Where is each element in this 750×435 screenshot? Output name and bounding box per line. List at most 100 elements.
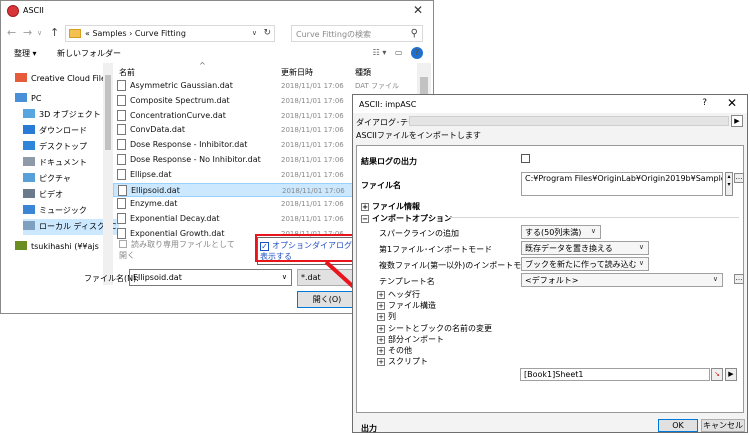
nav-item-label: ダウンロード	[39, 126, 87, 135]
help-icon[interactable]: ?	[411, 47, 423, 59]
nav-item[interactable]: Creative Cloud File	[15, 71, 111, 87]
open-button[interactable]: 開く(O)	[297, 291, 357, 308]
chevron-down-icon: ∨	[590, 227, 596, 235]
file-info-node[interactable]: + ファイル情報	[361, 201, 420, 212]
file-name: ConvData.dat	[130, 125, 186, 135]
readonly-checkbox[interactable]: 読み取り専用ファイルとして開く	[119, 239, 239, 261]
import-subnode[interactable]: + 部分インポート	[377, 334, 444, 345]
open-dialog-titlebar: ASCII ✕	[1, 1, 433, 21]
file-icon	[117, 154, 126, 165]
import-subnode[interactable]: + ヘッダ行	[377, 289, 420, 300]
theme-arrow-icon[interactable]: ▶	[731, 115, 743, 127]
highlight-rectangle	[255, 234, 367, 262]
address-bar[interactable]: « Samples › Curve Fitting ∨ ↻	[65, 25, 275, 42]
chevron-down-icon[interactable]: ∨	[252, 29, 257, 37]
file-icon	[117, 124, 126, 136]
file-date: 2018/11/01 17:06	[281, 126, 344, 135]
new-folder-button[interactable]: 新しいフォルダー	[57, 48, 121, 59]
expand-icon[interactable]: +	[377, 291, 385, 299]
back-arrow-icon[interactable]: ←	[7, 26, 16, 39]
file-date: 2018/11/01 17:06	[281, 96, 344, 105]
sort-caret-icon: ^	[199, 61, 206, 70]
nav-item-icon	[23, 157, 35, 166]
multi-mode-select[interactable]: ブックを新たに作って読み込む ∨	[521, 257, 649, 271]
filename-spin-icon[interactable]: ▴ ▾	[725, 172, 733, 196]
nav-item-icon	[15, 241, 27, 250]
file-name: Enzyme.dat	[130, 199, 178, 209]
file-icon	[118, 184, 127, 196]
import-options-node[interactable]: − インポートオプション	[361, 213, 452, 224]
nav-item-label: ビデオ	[39, 190, 63, 199]
expand-icon[interactable]: +	[377, 335, 385, 344]
expand-icon[interactable]: +	[377, 347, 385, 355]
filename-textbox[interactable]: C:¥Program Files¥OriginLab¥Origin2019b¥S…	[521, 172, 723, 196]
folder-icon	[69, 29, 81, 38]
import-subnode[interactable]: + ファイル構造	[377, 300, 436, 311]
open-dialog-title: ASCII	[23, 6, 44, 15]
navigation-pane: Creative Cloud File PC 3D オブジェクト ダウンロード デスクト…	[1, 63, 119, 285]
nav-scrollbar[interactable]	[103, 63, 113, 285]
nav-item[interactable]: tsukihashi (¥¥ajs	[15, 239, 111, 255]
nav-item-label: 3D オブジェクト	[39, 110, 101, 119]
import-subnode[interactable]: + スクリプト	[377, 356, 428, 367]
import-subnode[interactable]: + 列	[377, 311, 396, 322]
preview-pane-icon[interactable]: ▭	[395, 48, 403, 57]
expand-icon[interactable]: +	[377, 302, 385, 311]
browse-button[interactable]: …	[734, 173, 744, 183]
file-date: 2018/11/01 17:06	[282, 186, 345, 195]
search-input[interactable]: Curve Fittingの検索 ⚲	[291, 25, 423, 42]
ok-button[interactable]: OK	[658, 419, 698, 432]
first-mode-label: 第1ファイル･インポートモード	[379, 245, 493, 254]
cancel-button[interactable]: キャンセル	[701, 419, 745, 432]
nav-item-icon	[15, 73, 27, 82]
file-name: Exponential Decay.dat	[130, 214, 220, 224]
organize-button[interactable]: 整理 ▾	[14, 48, 37, 59]
output-label: 出力	[361, 424, 377, 433]
result-log-checkbox[interactable]	[521, 154, 530, 163]
file-name: Asymmetric Gaussian.dat	[130, 81, 233, 90]
refresh-icon[interactable]: ↻	[263, 28, 271, 38]
file-name: Dose Response - Inhibitor.dat	[130, 140, 248, 150]
close-icon[interactable]: ✕	[413, 3, 423, 17]
recent-chevron-icon[interactable]: ∨	[37, 29, 42, 37]
expand-icon[interactable]: +	[377, 358, 385, 367]
first-mode-select[interactable]: 既存データを置き換える ∨	[521, 241, 649, 255]
sparkline-select[interactable]: する(50列未満) ∨	[521, 225, 601, 239]
theme-field[interactable]	[409, 116, 729, 126]
collapse-icon[interactable]: −	[361, 215, 369, 223]
view-options-icon[interactable]: ☷ ▾	[373, 48, 387, 57]
up-arrow-icon[interactable]: ↑	[50, 26, 59, 39]
expand-icon[interactable]: +	[361, 203, 369, 211]
nav-item[interactable]: PC	[15, 91, 111, 107]
import-subnode[interactable]: + その他	[377, 345, 412, 356]
import-subnode[interactable]: + シートとブックの名前の変更	[377, 323, 492, 334]
file-icon	[117, 139, 126, 151]
column-header-name[interactable]: 名前	[119, 67, 135, 78]
template-browse-button[interactable]: …	[734, 274, 744, 284]
filename-input[interactable]: Ellipsoid.dat ∨	[129, 269, 292, 286]
chevron-down-icon[interactable]: ∨	[282, 273, 287, 281]
file-name: Ellipse.dat	[130, 169, 172, 179]
close-icon[interactable]: ✕	[727, 96, 737, 110]
nav-item-icon	[23, 205, 35, 214]
nav-scroll-thumb[interactable]	[105, 75, 111, 150]
column-header-date[interactable]: 更新日時	[281, 67, 313, 78]
search-icon[interactable]: ⚲	[411, 28, 418, 39]
file-name: Dose Response - No Inhibitor.dat	[130, 155, 261, 164]
address-path: « Samples › Curve Fitting	[85, 29, 186, 38]
output-arrow-icon[interactable]: ▶	[725, 368, 737, 381]
file-icon	[117, 228, 126, 239]
expand-icon[interactable]: +	[377, 313, 385, 322]
output-textbox[interactable]: [Book1]Sheet1	[520, 368, 710, 381]
nav-item-icon	[23, 189, 35, 198]
file-row[interactable]: Asymmetric Gaussian.dat 2018/11/01 17:06 D…	[113, 79, 415, 93]
output-picker-icon[interactable]: ↘	[711, 368, 723, 381]
template-select[interactable]: <デフォルト> ∨	[521, 273, 723, 287]
readonly-checkbox-box[interactable]	[119, 240, 127, 248]
forward-arrow-icon[interactable]: →	[23, 26, 32, 39]
import-dialog-title: ASCII: impASC	[359, 100, 417, 109]
dialog-description: ASCIIファイルをインポートします	[356, 131, 481, 140]
help-icon[interactable]: ?	[702, 98, 707, 108]
column-header-type[interactable]: 種類	[355, 67, 371, 78]
expand-icon[interactable]: +	[377, 324, 385, 333]
